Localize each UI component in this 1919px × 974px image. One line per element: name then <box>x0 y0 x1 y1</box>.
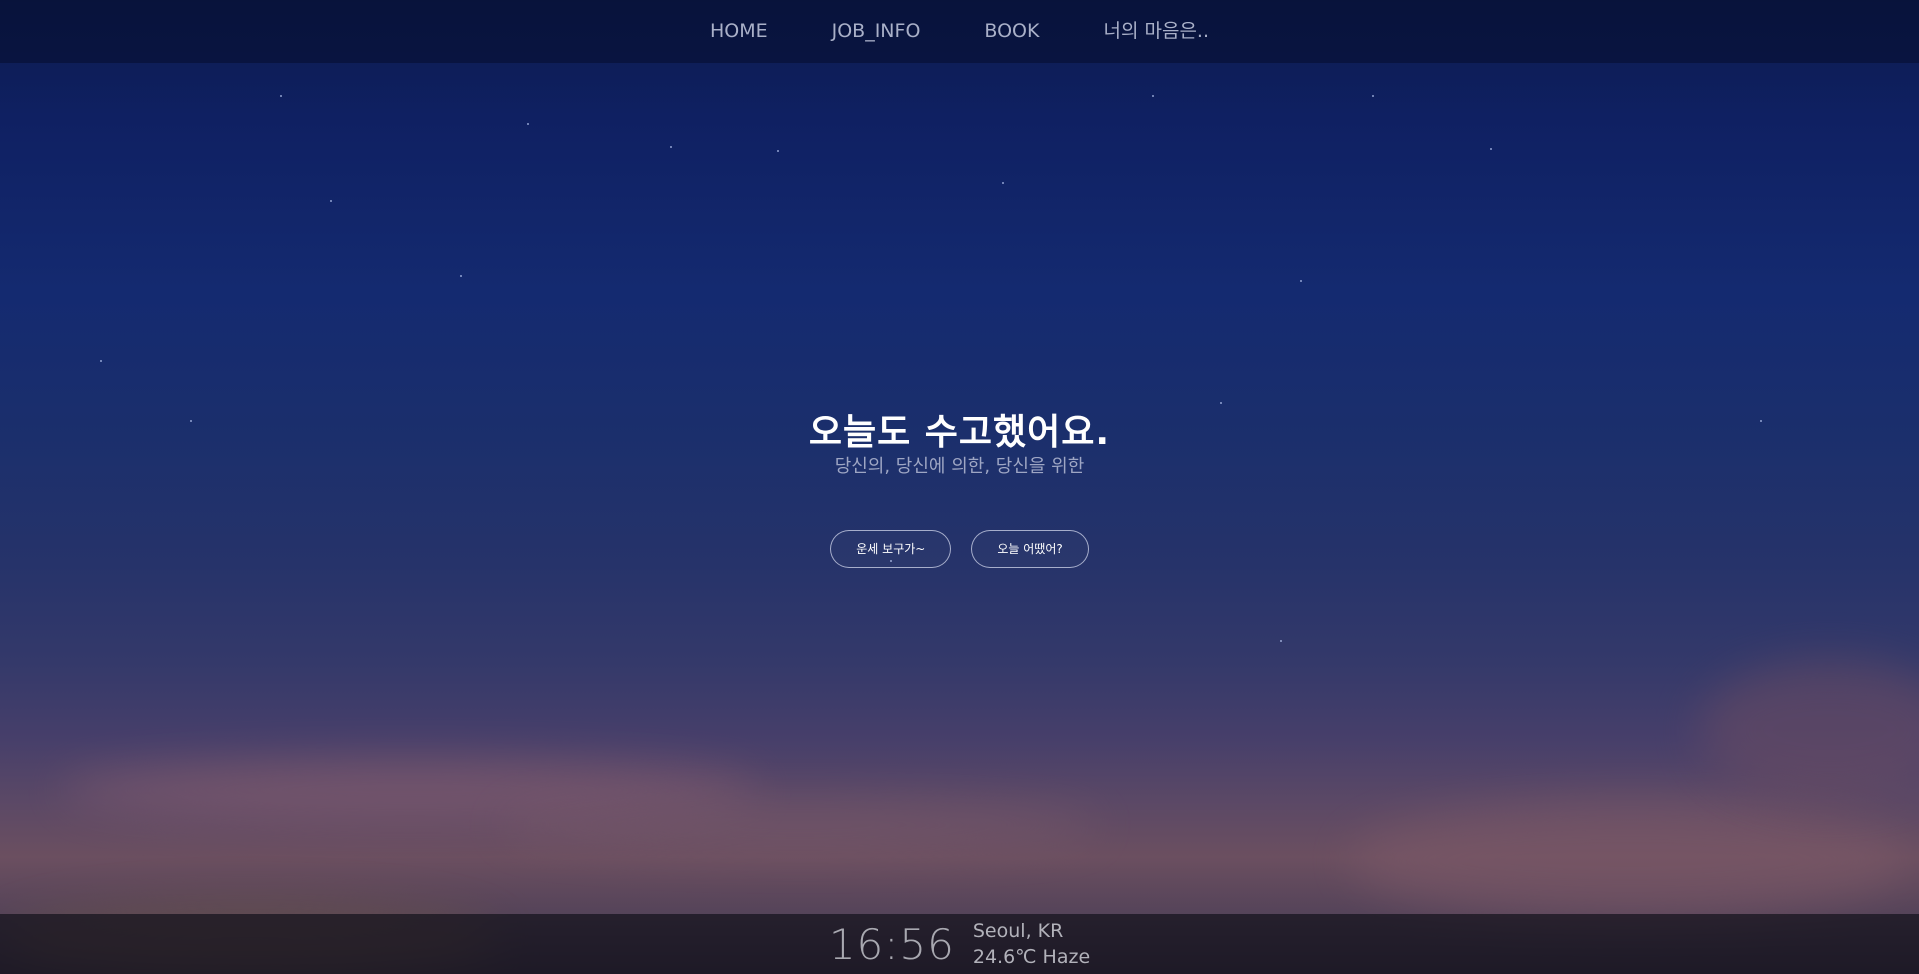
nav-home-link[interactable]: HOME <box>678 0 800 63</box>
nav-job-info-link[interactable]: JOB_INFO <box>800 0 953 63</box>
fortune-button[interactable]: 운세 보구가~ <box>830 530 952 568</box>
nav-your-heart-link[interactable]: 너의 마음은.. <box>1071 0 1241 63</box>
weather-condition: 24.6℃ Haze <box>972 946 1091 968</box>
hero-button-group: 운세 보구가~ 오늘 어땠어? <box>0 530 1919 568</box>
weather-location: Seoul, KR <box>972 920 1064 942</box>
nav-book-link[interactable]: BOOK <box>952 0 1071 63</box>
top-navigation: HOME JOB_INFO BOOK 너의 마음은.. <box>0 0 1919 63</box>
weather-info: Seoul, KR 24.6℃ Haze <box>973 918 1090 970</box>
how-was-today-button[interactable]: 오늘 어땠어? <box>971 530 1089 568</box>
hero-title: 오늘도 수고했어요. <box>808 412 1111 453</box>
clock-weather-bar: 16:56 Seoul, KR 24.6℃ Haze <box>0 914 1919 974</box>
hero-subtitle: 당신의, 당신에 의한, 당신을 위한 <box>834 456 1085 477</box>
hero-section: 오늘도 수고했어요. 당신의, 당신에 의한, 당신을 위한 운세 보구가~ 오… <box>0 408 1919 568</box>
clock-time: 16:56 <box>828 919 955 969</box>
